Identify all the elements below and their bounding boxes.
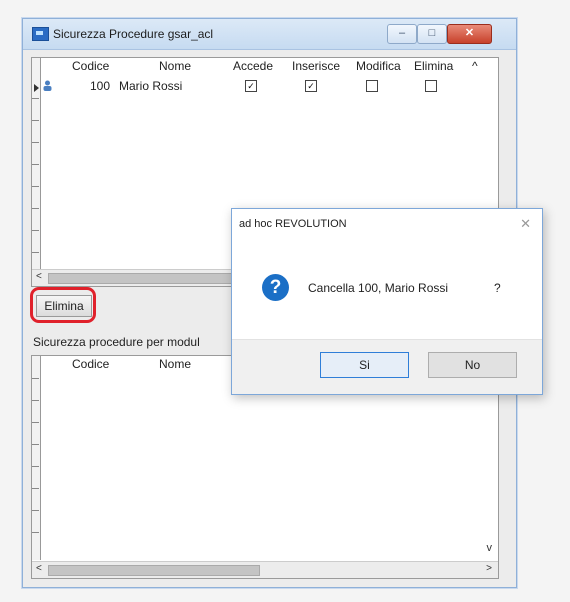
row-tick <box>32 466 39 467</box>
column-header-codice[interactable]: Codice <box>72 357 109 371</box>
column-header-nome[interactable]: Nome <box>159 59 191 73</box>
row-tick <box>32 120 39 121</box>
row-tick <box>32 422 39 423</box>
row-tick <box>32 444 39 445</box>
section-label: Sicurezza procedure per modul <box>33 335 200 349</box>
dialog-question-mark: ? <box>494 281 501 295</box>
row-tick <box>32 230 39 231</box>
dialog-close-icon[interactable]: ✕ <box>520 216 531 232</box>
no-button[interactable]: No <box>428 352 517 378</box>
row-tick <box>32 378 39 379</box>
maximize-button[interactable]: □ <box>417 24 447 44</box>
question-icon: ? <box>262 274 289 301</box>
title-bar[interactable]: Sicurezza Procedure gsar_acl – □ ✕ <box>23 19 516 50</box>
dialog-title: ad hoc REVOLUTION <box>239 218 347 230</box>
current-row-marker-icon <box>34 84 39 92</box>
dialog-message: Cancella 100, Mario Rossi <box>308 281 449 295</box>
checkbox-inserisce[interactable]: ✓ <box>305 80 317 92</box>
app-icon <box>32 27 49 41</box>
window-title: Sicurezza Procedure gsar_acl <box>53 27 214 41</box>
row-tick <box>32 208 39 209</box>
row-tick <box>32 142 39 143</box>
column-header-inserisce[interactable]: Inserisce <box>292 59 340 73</box>
row-indicator-column <box>32 356 41 560</box>
checkbox-modifica[interactable] <box>366 80 378 92</box>
row-tick <box>32 186 39 187</box>
column-header-elimina[interactable]: Elimina <box>414 59 453 73</box>
scroll-left-arrow[interactable]: < <box>36 271 42 282</box>
column-header-nome[interactable]: Nome <box>159 357 191 371</box>
scroll-left-arrow[interactable]: < <box>36 563 42 574</box>
dialog-footer: Si No <box>232 339 542 394</box>
scroll-thumb[interactable] <box>48 565 260 576</box>
scroll-right-arrow[interactable]: > <box>486 563 492 574</box>
user-icon <box>43 80 52 91</box>
minimize-button[interactable]: – <box>387 24 417 44</box>
scroll-up-arrow[interactable]: ^ <box>472 59 478 73</box>
close-button[interactable]: ✕ <box>447 24 492 44</box>
column-header-codice[interactable]: Codice <box>72 59 109 73</box>
elimina-button[interactable]: Elimina <box>36 295 92 317</box>
cell-nome: Mario Rossi <box>119 79 183 93</box>
checkbox-accede[interactable]: ✓ <box>245 80 257 92</box>
row-tick <box>32 532 39 533</box>
confirm-dialog: ad hoc REVOLUTION ✕ ? Cancella 100, Mari… <box>231 208 543 395</box>
table-row[interactable]: 100 Mario Rossi ✓ ✓ <box>32 79 498 97</box>
column-header-accede[interactable]: Accede <box>233 59 273 73</box>
cell-codice: 100 <box>90 79 111 93</box>
row-tick <box>32 400 39 401</box>
checkbox-elimina[interactable] <box>425 80 437 92</box>
scroll-down-arrow[interactable]: v <box>487 542 493 554</box>
row-tick <box>32 252 39 253</box>
column-header-modifica[interactable]: Modifica <box>356 59 401 73</box>
row-tick <box>32 98 39 99</box>
horizontal-scrollbar[interactable]: < > <box>32 561 498 578</box>
row-tick <box>32 164 39 165</box>
yes-button[interactable]: Si <box>320 352 409 378</box>
row-tick <box>32 488 39 489</box>
row-tick <box>32 510 39 511</box>
scroll-thumb[interactable] <box>48 273 240 284</box>
